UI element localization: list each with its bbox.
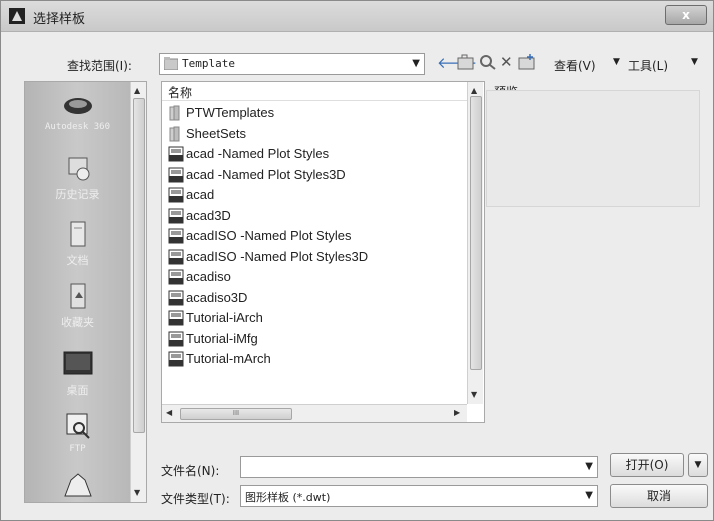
file-name: acad -Named Plot Styles — [186, 146, 330, 161]
places-scroll-thumb[interactable] — [133, 98, 145, 433]
favorites-icon — [70, 283, 85, 309]
file-name: PTWTemplates — [186, 105, 275, 120]
desktop-icon — [63, 351, 92, 375]
lookin-combo[interactable]: Template ▼ — [159, 53, 425, 75]
file-list-scroll-thumb[interactable] — [470, 96, 482, 370]
scroll-up-icon[interactable]: ▲ — [471, 86, 477, 95]
place-ftp[interactable]: FTP — [25, 412, 130, 454]
chevron-down-icon: ▼ — [412, 58, 420, 69]
filetype-label: 文件类型(T): — [161, 492, 230, 506]
title-bar[interactable]: 选择样板 x — [1, 1, 713, 32]
places-bar: Autodesk 360 历史记录 文档 收藏夹 桌面 FTP ▲ ▼ — [24, 81, 147, 503]
delete-icon[interactable]: ✕ — [500, 53, 513, 71]
dwt-file-icon — [168, 351, 184, 367]
scroll-left-icon[interactable]: ◀ — [166, 408, 172, 417]
dwt-file-icon — [168, 331, 184, 346]
search-web-icon[interactable] — [479, 54, 497, 70]
cloud-icon — [63, 98, 92, 114]
file-name: acad3D — [186, 207, 231, 223]
file-name: acadiso3D — [186, 289, 248, 305]
select-template-dialog: 选择样板 x 查找范围(I): Template ▼ 🡐 ✕ 查看(V) ▼ 工… — [0, 0, 714, 521]
buzzsaw-icon — [63, 473, 92, 497]
dwt-file-icon — [168, 146, 184, 162]
dwt-file-icon — [168, 269, 184, 285]
filename-input[interactable]: ▼ — [240, 456, 598, 478]
dwt-file-icon — [168, 208, 184, 223]
places-scrollbar[interactable]: ▲ ▼ — [130, 82, 146, 502]
dwt-file-icon — [168, 167, 184, 182]
chevron-down-icon: ▼ — [585, 461, 593, 472]
documents-icon — [70, 221, 85, 247]
filetype-value: 图形样板 (*.dwt) — [245, 491, 331, 504]
file-name: acad — [186, 187, 215, 202]
scroll-down-icon[interactable]: ▼ — [134, 488, 140, 497]
filename-label: 文件名(N): — [161, 464, 220, 478]
dwt-file-icon — [168, 228, 184, 244]
up-folder-icon[interactable] — [457, 54, 475, 70]
folder-icon — [169, 126, 180, 141]
scroll-right-icon[interactable]: ▶ — [454, 408, 460, 417]
file-name: acadISO -Named Plot Styles — [186, 228, 352, 243]
dwt-file-icon — [168, 290, 184, 305]
tools-menu[interactable]: 工具(L) — [628, 57, 668, 74]
open-options-dropdown[interactable]: ▼ — [688, 453, 708, 477]
file-name: SheetSets — [186, 125, 246, 141]
history-icon — [68, 157, 89, 181]
preview-pane — [486, 90, 700, 207]
dwt-file-icon — [168, 187, 184, 203]
dialog-title: 选择样板 — [33, 12, 86, 27]
sort-ascending-icon: ^ — [168, 84, 179, 98]
close-button[interactable]: x — [665, 5, 707, 25]
ftp-icon — [66, 413, 90, 439]
file-list-hscrollbar[interactable]: ◀ III ▶ — [162, 404, 467, 422]
views-menu[interactable]: 查看(V) — [554, 57, 596, 74]
place-autodesk-360[interactable]: Autodesk 360 — [25, 90, 130, 132]
scroll-up-icon[interactable]: ▲ — [134, 86, 140, 95]
file-name: Tutorial-iMfg — [186, 330, 258, 346]
place-desktop[interactable]: 桌面 — [25, 350, 130, 398]
views-dropdown-icon[interactable]: ▼ — [613, 57, 620, 67]
file-list-vscrollbar[interactable]: ▲ ▼ — [467, 82, 483, 404]
dwt-file-icon — [168, 249, 184, 264]
lookin-value: Template — [182, 57, 235, 70]
dwt-file-icon — [168, 310, 184, 326]
column-header-name[interactable]: 名称 ^ — [162, 82, 467, 101]
place-favorites[interactable]: 收藏夹 — [25, 282, 130, 330]
open-button[interactable]: 打开(O) — [610, 453, 684, 477]
file-name: Tutorial-mArch — [186, 351, 271, 366]
lookin-label: 查找范围(I): — [67, 59, 132, 73]
places-panel: Autodesk 360 历史记录 文档 收藏夹 桌面 FTP — [25, 82, 130, 502]
filetype-select[interactable]: 图形样板 (*.dwt) ▼ — [240, 485, 598, 507]
file-list: 名称 ^ PTWTemplates SheetSets acad -Named Pl… — [161, 81, 485, 423]
scroll-down-icon[interactable]: ▼ — [471, 390, 477, 399]
folder-icon — [169, 105, 180, 121]
place-documents[interactable]: 文档 — [25, 220, 130, 268]
autocad-app-icon — [9, 8, 25, 24]
file-name: acad -Named Plot Styles3D — [186, 166, 346, 182]
tools-dropdown-icon[interactable]: ▼ — [691, 57, 698, 67]
folder-icon — [164, 57, 178, 70]
file-name: acadISO -Named Plot Styles3D — [186, 248, 369, 264]
file-name: Tutorial-iArch — [186, 310, 263, 325]
file-name: acadiso — [186, 269, 231, 284]
place-history[interactable]: 历史记录 — [25, 154, 130, 202]
chevron-down-icon: ▼ — [585, 490, 593, 501]
place-buzzsaw[interactable] — [25, 470, 130, 498]
new-folder-icon[interactable] — [518, 54, 536, 70]
file-list-hscroll-thumb[interactable]: III — [180, 408, 292, 420]
cancel-button[interactable]: 取消 — [610, 484, 708, 508]
